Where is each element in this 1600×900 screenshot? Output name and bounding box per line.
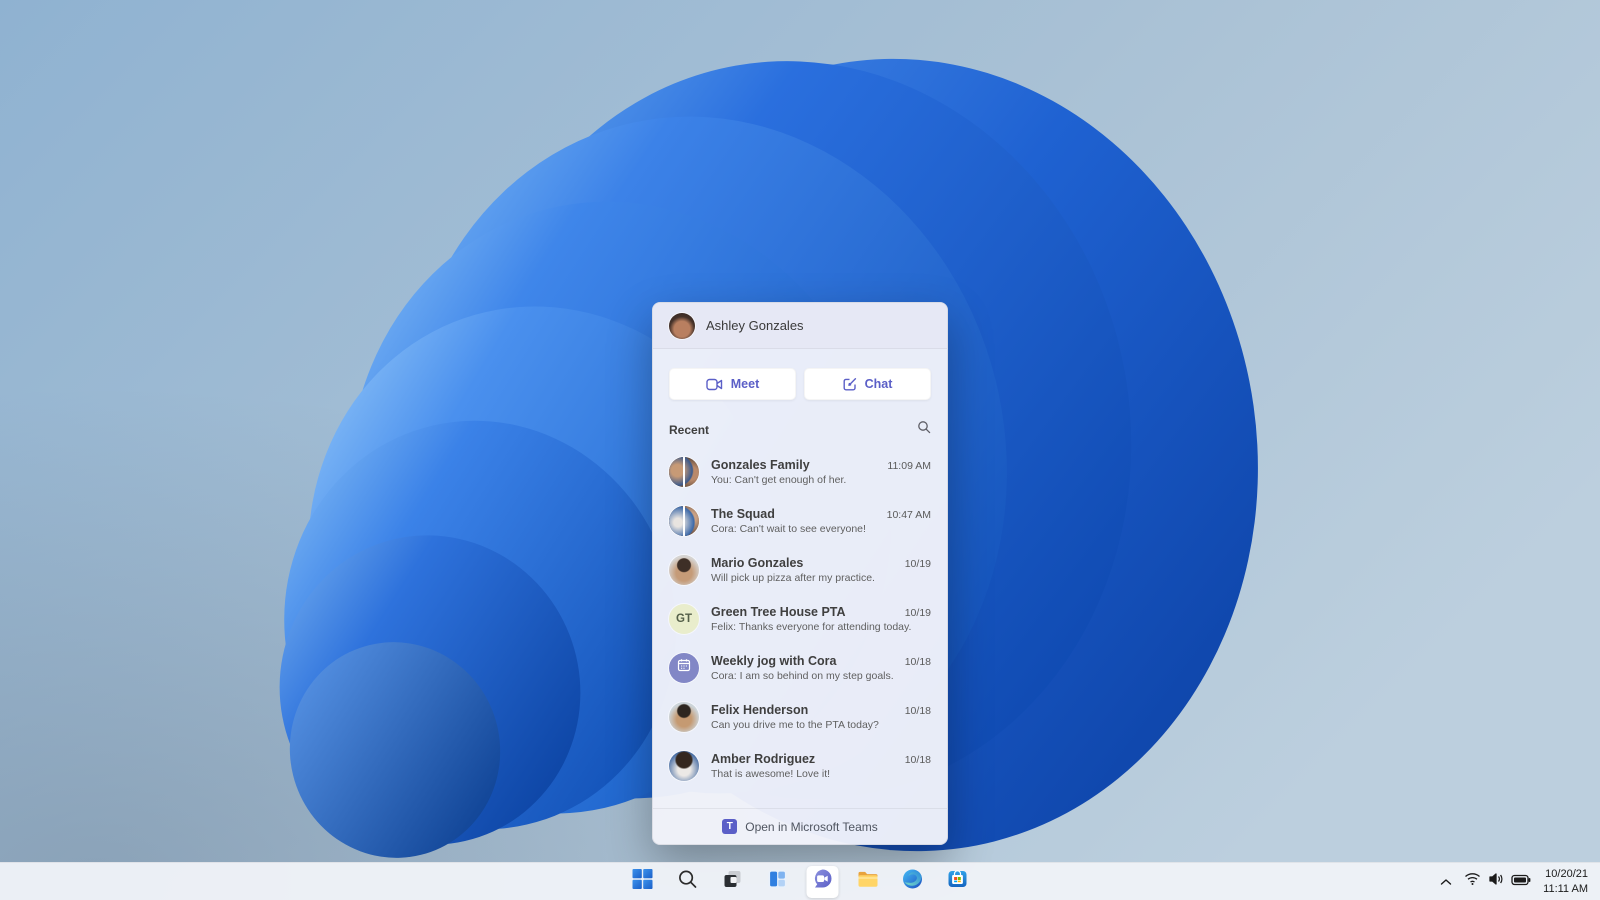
tray-date: 10/20/21 [1545, 867, 1588, 880]
calendar-icon [677, 658, 691, 677]
list-item[interactable]: Gonzales Family 11:09 AM You: Can't get … [653, 447, 947, 496]
conversation-time: 10/19 [904, 606, 931, 619]
conversation-time: 10/18 [904, 704, 931, 717]
conversation-preview: That is awesome! Love it! [711, 767, 831, 780]
meet-button[interactable]: Meet [669, 368, 796, 400]
conversation-time: 10/18 [904, 655, 931, 668]
tray-status-button[interactable] [1459, 866, 1536, 898]
start-button[interactable] [627, 866, 659, 898]
search-button[interactable] [672, 866, 704, 898]
list-item[interactable]: GT Green Tree House PTA 10/19 Felix: Tha… [653, 594, 947, 643]
chat-button[interactable]: Chat [804, 368, 931, 400]
conversation-avatar-initials: GT [669, 603, 699, 634]
volume-icon [1488, 872, 1504, 891]
widgets-icon [767, 868, 789, 895]
conversation-name: Felix Henderson [711, 702, 809, 717]
search-icon[interactable] [917, 420, 931, 439]
teams-chat-flyout: Ashley Gonzales Meet Chat Recent Gonzale… [652, 302, 948, 845]
list-item[interactable]: Amber Rodriguez 10/18 That is awesome! L… [653, 741, 947, 790]
recent-header: Recent [653, 400, 947, 447]
microsoft-store-button[interactable] [942, 866, 974, 898]
conversation-avatar [669, 750, 699, 781]
conversation-time: 10:47 AM [886, 508, 931, 521]
file-explorer-icon [856, 868, 879, 896]
file-explorer-button[interactable] [852, 866, 884, 898]
chevron-up-icon [1440, 873, 1452, 891]
open-in-teams-label: Open in Microsoft Teams [745, 819, 878, 834]
teams-chat-icon [811, 867, 835, 896]
conversation-avatar [669, 456, 699, 487]
conversation-list: Gonzales Family 11:09 AM You: Can't get … [653, 447, 947, 808]
widgets-button[interactable] [762, 866, 794, 898]
conversation-name: Gonzales Family [711, 457, 810, 472]
teams-chat-button[interactable] [806, 865, 839, 898]
task-view-icon [722, 868, 744, 895]
conversation-preview: Cora: Can't wait to see everyone! [711, 522, 866, 535]
conversation-preview: Cora: I am so behind on my step goals. [711, 669, 894, 682]
conversation-preview: You: Can't get enough of her. [711, 473, 847, 486]
task-view-button[interactable] [717, 866, 749, 898]
conversation-avatar [669, 554, 699, 585]
list-item[interactable]: Weekly jog with Cora 10/18 Cora: I am so… [653, 643, 947, 692]
teams-logo-icon: T [722, 819, 738, 834]
flyout-header: Ashley Gonzales [653, 303, 947, 349]
user-avatar[interactable] [669, 312, 695, 339]
battery-icon [1511, 873, 1531, 891]
conversation-avatar [669, 701, 699, 732]
user-name: Ashley Gonzales [706, 318, 804, 333]
edge-icon [902, 868, 924, 895]
list-item[interactable]: Felix Henderson 10/18 Can you drive me t… [653, 692, 947, 741]
wifi-icon [1464, 872, 1481, 891]
open-in-teams-button[interactable]: T Open in Microsoft Teams [653, 808, 947, 844]
meet-button-label: Meet [730, 377, 760, 391]
taskbar-center-icons [627, 865, 974, 898]
conversation-time: 11:09 AM [887, 459, 931, 472]
conversation-preview: Can you drive me to the PTA today? [711, 718, 879, 731]
conversation-name: Mario Gonzales [711, 555, 804, 570]
recent-label: Recent [669, 422, 710, 437]
conversation-preview: Will pick up pizza after my practice. [711, 571, 875, 584]
conversation-time: 10/18 [904, 753, 931, 766]
tray-overflow-button[interactable] [1435, 866, 1457, 898]
conversation-name: Amber Rodriguez [711, 751, 816, 766]
taskbar: 10/20/21 11:11 AM [0, 862, 1600, 900]
microsoft-store-icon [947, 868, 969, 895]
video-camera-icon [706, 378, 723, 391]
windows-start-icon [632, 868, 654, 895]
list-item[interactable]: Mario Gonzales 10/19 Will pick up pizza … [653, 545, 947, 594]
conversation-time: 10/19 [904, 557, 931, 570]
list-item[interactable]: The Squad 10:47 AM Cora: Can't wait to s… [653, 496, 947, 545]
tray-time: 11:11 AM [1543, 882, 1588, 895]
search-icon [678, 869, 698, 894]
compose-icon [843, 377, 857, 391]
conversation-name: Weekly jog with Cora [711, 653, 837, 668]
chat-button-label: Chat [864, 377, 893, 391]
conversation-name: The Squad [711, 506, 775, 521]
system-tray: 10/20/21 11:11 AM [1435, 866, 1596, 898]
taskbar-clock[interactable]: 10/20/21 11:11 AM [1538, 867, 1596, 897]
edge-button[interactable] [897, 866, 929, 898]
conversation-avatar [669, 505, 699, 536]
action-buttons: Meet Chat [653, 349, 947, 400]
conversation-preview: Felix: Thanks everyone for attending tod… [711, 620, 912, 633]
conversation-name: Green Tree House PTA [711, 604, 846, 619]
conversation-avatar [669, 652, 699, 683]
